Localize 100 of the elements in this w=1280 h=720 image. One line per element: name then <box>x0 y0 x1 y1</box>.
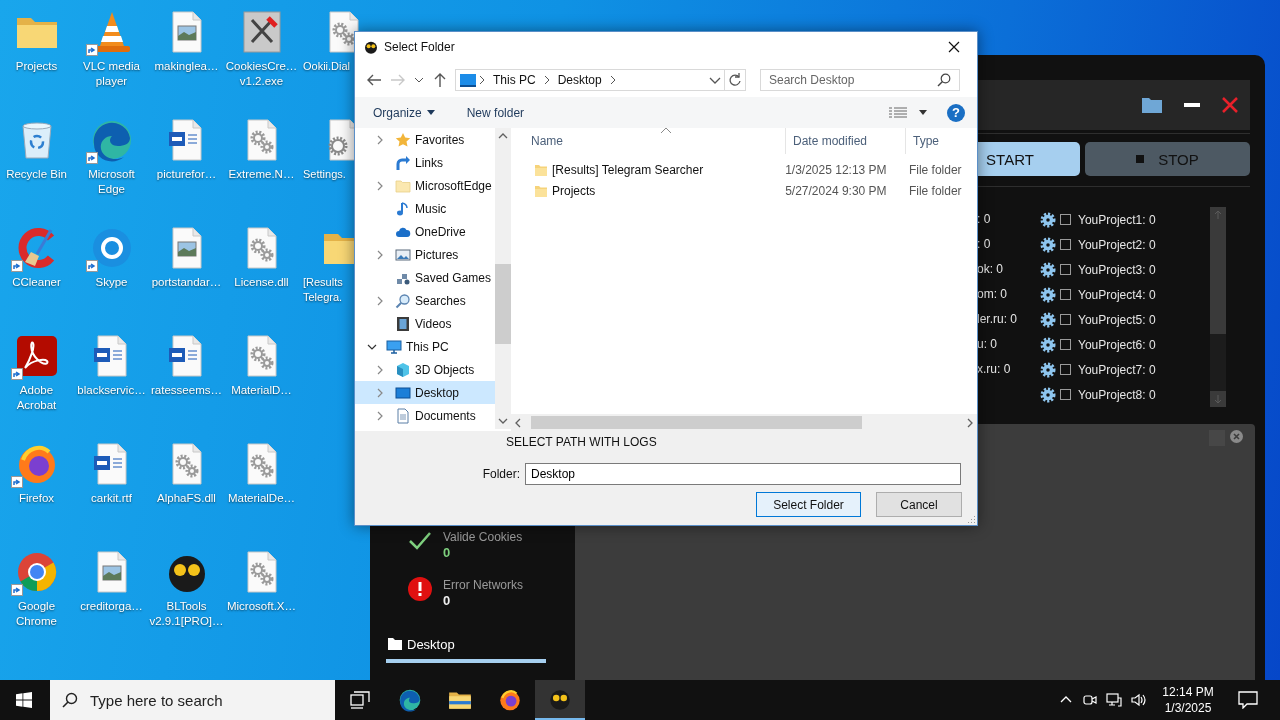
gear-icon[interactable] <box>1040 261 1056 278</box>
tree-item[interactable]: Music <box>355 197 495 220</box>
resize-grip-icon[interactable] <box>966 514 976 524</box>
picture-icon <box>395 246 411 263</box>
star-icon <box>395 131 411 148</box>
clock-date[interactable]: 1/3/2025 <box>1164 700 1212 716</box>
close-icon <box>948 41 960 53</box>
caret-icon[interactable] <box>919 110 927 115</box>
tree-item[interactable]: OneDrive <box>355 220 495 243</box>
tree-item[interactable]: Searches <box>355 289 495 312</box>
help-button[interactable]: ? <box>947 103 965 122</box>
tree-item[interactable]: Favorites <box>355 128 495 151</box>
chevron-right-icon[interactable] <box>375 410 385 421</box>
tree-item[interactable]: Documents <box>355 404 495 427</box>
file-name: Projects <box>552 183 596 198</box>
toolbar-button[interactable]: New folder <box>458 101 533 124</box>
dialog-title: Select Folder <box>384 40 455 54</box>
file-row[interactable]: Projects 5/27/2024 9:30 PM File folder <box>521 180 977 201</box>
chevron-right-icon[interactable] <box>375 295 385 306</box>
scrollbar-thumb[interactable] <box>531 416 862 429</box>
gear-icon[interactable] <box>1040 361 1056 378</box>
checkbox[interactable] <box>1060 239 1071 250</box>
volume-icon[interactable] <box>1130 692 1146 708</box>
breadcrumb-item[interactable]: This PC <box>488 72 541 87</box>
stat-text: om: 0 <box>977 286 1008 303</box>
breadcrumb-item[interactable]: Desktop <box>552 72 607 87</box>
search-box[interactable]: Type here to search <box>50 680 335 720</box>
refresh-icon[interactable] <box>728 72 742 87</box>
folder-icon <box>395 177 411 194</box>
scrollbar[interactable] <box>511 414 977 431</box>
chevron-right-icon[interactable] <box>375 180 385 191</box>
gear-icon[interactable] <box>1040 336 1056 353</box>
path-label: Desktop <box>407 636 455 652</box>
film-icon <box>395 315 411 332</box>
chevron-right-icon[interactable] <box>375 249 385 260</box>
taskbar-app-button[interactable] <box>535 680 585 720</box>
file-type: File folder <box>907 183 963 198</box>
coin-ball-icon <box>363 39 379 55</box>
select-folder-button[interactable]: Select Folder <box>756 492 861 517</box>
checkbox[interactable] <box>1060 289 1071 300</box>
tree-item[interactable]: MicrosoftEdge <box>355 174 495 197</box>
task-view-icon <box>350 691 370 709</box>
tree-item[interactable]: Saved Games <box>355 266 495 289</box>
tree-item[interactable]: Links <box>355 151 495 174</box>
field-label: Folder: <box>481 467 520 481</box>
search-icon <box>937 72 951 87</box>
folder-field[interactable]: Desktop <box>525 463 961 485</box>
checkbox[interactable] <box>1060 364 1071 375</box>
scrollbar[interactable] <box>495 128 511 429</box>
gear-icon[interactable] <box>1040 211 1056 228</box>
project-label: YouProject8: 0 <box>1078 387 1156 402</box>
checkbox[interactable] <box>1060 389 1071 400</box>
gear-icon[interactable] <box>1040 236 1056 253</box>
scrollbar[interactable] <box>1210 207 1226 407</box>
project-label: YouProject3: 0 <box>1078 262 1156 277</box>
chevron-right-icon[interactable] <box>375 134 385 145</box>
checkbox[interactable] <box>1060 214 1071 225</box>
checkbox[interactable] <box>1060 314 1071 325</box>
counter-label: Error Networks <box>443 577 523 593</box>
swirl-logo-icon <box>397 687 423 713</box>
address-bar[interactable]: This PC Desktop <box>455 68 746 91</box>
scrollbar-thumb[interactable] <box>1210 223 1226 334</box>
network-icon[interactable] <box>1106 692 1122 708</box>
search-field[interactable]: Type here to search <box>90 691 320 709</box>
tree-item[interactable]: Desktop <box>355 381 495 404</box>
close-icon[interactable] <box>1222 97 1238 113</box>
cancel-button[interactable]: Cancel <box>876 492 962 517</box>
checkbox[interactable] <box>1060 264 1071 275</box>
project-label: YouProject7: 0 <box>1078 362 1156 377</box>
tree-item[interactable]: 3D Objects <box>355 358 495 381</box>
project-label: YouProject5: 0 <box>1078 312 1156 327</box>
counter-label: Valide Cookies <box>443 529 523 545</box>
close-icon[interactable] <box>1230 430 1243 443</box>
folder-icon <box>534 162 548 177</box>
camera-icon[interactable] <box>1082 692 1098 708</box>
search-box[interactable]: Search Desktop <box>760 68 960 91</box>
project-label: YouProject2: 0 <box>1078 237 1156 252</box>
notification-icon[interactable] <box>1238 691 1258 709</box>
gear-icon[interactable] <box>1040 286 1056 303</box>
column-header[interactable]: Name <box>531 134 563 148</box>
tree-item[interactable]: Pictures <box>355 243 495 266</box>
chevron-right-icon[interactable] <box>375 364 385 375</box>
scrollbar-thumb[interactable] <box>495 264 511 344</box>
chevron-right-icon[interactable] <box>375 387 385 398</box>
arrow-icon <box>395 154 411 171</box>
folder-icon[interactable] <box>1142 97 1162 113</box>
organize-menu[interactable]: Organize <box>365 101 443 124</box>
tree-item[interactable]: Videos <box>355 312 495 335</box>
counter-value: 0 <box>443 593 452 609</box>
monitor-icon <box>395 384 411 401</box>
gear-icon[interactable] <box>1040 311 1056 328</box>
windows-logo-icon <box>16 692 32 708</box>
checkbox[interactable] <box>1060 339 1071 350</box>
tree-item[interactable]: This PC <box>355 335 495 358</box>
folder-icon <box>388 638 402 650</box>
stat-text: : 0 <box>977 211 992 228</box>
clock-time[interactable]: 12:14 PM <box>1162 684 1214 700</box>
column-header[interactable]: Date modified <box>793 134 868 148</box>
gear-icon[interactable] <box>1040 386 1056 403</box>
column-header[interactable]: Type <box>913 134 939 148</box>
